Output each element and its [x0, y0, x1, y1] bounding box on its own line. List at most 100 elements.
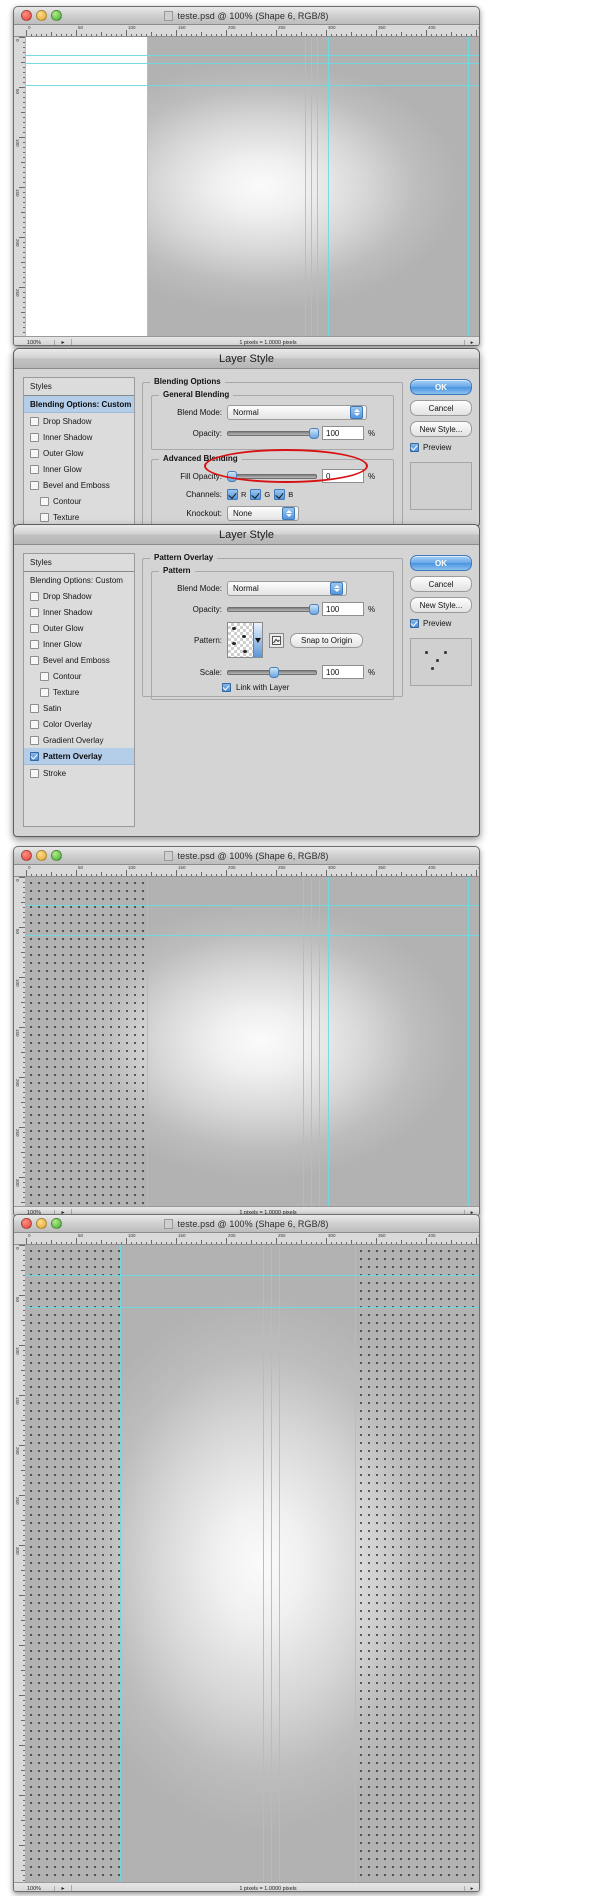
- dialog-titlebar[interactable]: Layer Style: [14, 349, 479, 369]
- canvas-area-3[interactable]: [25, 1245, 479, 1882]
- checkbox-icon[interactable]: [30, 735, 39, 745]
- opacity-slider[interactable]: [227, 427, 319, 439]
- styles-list-blending[interactable]: Styles Blending Options: Custom Drop Sha…: [23, 377, 135, 526]
- style-item-inner-shadow[interactable]: Inner Shadow: [24, 429, 134, 445]
- style-item-color-overlay[interactable]: Color Overlay: [24, 716, 134, 732]
- checkbox-icon[interactable]: [30, 448, 39, 458]
- style-item-inner-glow[interactable]: Inner Glow: [24, 636, 134, 652]
- checkbox-icon[interactable]: [30, 607, 39, 617]
- opacity-input[interactable]: 100: [322, 602, 364, 616]
- checkbox-icon[interactable]: [30, 655, 39, 665]
- dialog-titlebar[interactable]: Layer Style: [14, 525, 479, 545]
- photoshop-window-2[interactable]: teste.psd @ 100% (Shape 6, RGB/8) 0 50 100…: [13, 846, 480, 1216]
- style-item-inner-shadow[interactable]: Inner Shadow: [24, 604, 134, 620]
- blend-mode-select[interactable]: Normal: [227, 405, 367, 420]
- status-play-icon[interactable]: ▸: [465, 340, 479, 346]
- horizontal-ruler[interactable]: 0 50 100 150 200 250 300 350 400 450: [14, 1233, 479, 1245]
- new-preset-icon[interactable]: [269, 632, 284, 648]
- checkbox-icon[interactable]: [30, 703, 39, 713]
- style-item-pattern-overlay[interactable]: Pattern Overlay: [24, 748, 134, 765]
- checkbox-icon[interactable]: [30, 639, 39, 649]
- cancel-button[interactable]: Cancel: [410, 576, 472, 592]
- channel-g[interactable]: G: [250, 489, 270, 500]
- checkbox-checked-icon[interactable]: [410, 619, 419, 628]
- checkbox-checked-icon[interactable]: [410, 443, 419, 452]
- ok-button[interactable]: OK: [410, 379, 472, 395]
- layer-style-dialog-blending[interactable]: Layer Style Styles Blending Options: Cus…: [13, 348, 480, 527]
- opacity-slider[interactable]: [227, 603, 319, 615]
- status-arrow-icon[interactable]: ▸: [55, 339, 72, 345]
- link-with-layer-row[interactable]: Link with Layer: [222, 683, 385, 692]
- checkbox-checked-icon[interactable]: [250, 489, 262, 500]
- checkbox-icon[interactable]: [30, 719, 39, 729]
- window-titlebar[interactable]: teste.psd @ 100% (Shape 6, RGB/8): [14, 847, 479, 865]
- style-item-outer-glow[interactable]: Outer Glow: [24, 445, 134, 461]
- opacity-input[interactable]: 100: [322, 426, 364, 440]
- checkbox-icon[interactable]: [40, 496, 49, 506]
- status-play-icon[interactable]: ▸: [465, 1886, 479, 1892]
- blend-mode-select[interactable]: Normal: [227, 581, 347, 596]
- canvas-area-2[interactable]: [25, 877, 479, 1206]
- photoshop-window-1[interactable]: teste.psd @ 100% (Shape 6, RGB/8) 0 50 100…: [13, 6, 480, 346]
- style-item-contour[interactable]: Contour: [24, 493, 134, 509]
- style-item-outer-glow[interactable]: Outer Glow: [24, 620, 134, 636]
- checkbox-icon[interactable]: [30, 480, 39, 490]
- chevron-updown-icon[interactable]: [350, 406, 363, 419]
- checkbox-checked-icon[interactable]: [227, 489, 238, 500]
- style-item-inner-glow[interactable]: Inner Glow: [24, 461, 134, 477]
- preview-toggle[interactable]: Preview: [410, 443, 472, 452]
- style-item-drop-shadow[interactable]: Drop Shadow: [24, 413, 134, 429]
- scale-input[interactable]: 100: [322, 665, 364, 679]
- window-titlebar[interactable]: teste.psd @ 100% (Shape 6, RGB/8): [14, 7, 479, 25]
- checkbox-icon[interactable]: [40, 687, 49, 697]
- checkbox-icon[interactable]: [30, 464, 39, 474]
- zoom-level[interactable]: 100%: [14, 1885, 55, 1891]
- checkbox-checked-icon[interactable]: [222, 683, 231, 692]
- style-item-contour[interactable]: Contour: [24, 668, 134, 684]
- checkbox-icon[interactable]: [40, 671, 49, 681]
- chevron-updown-icon[interactable]: [282, 507, 295, 520]
- canvas-area-1[interactable]: [25, 37, 479, 336]
- checkbox-icon[interactable]: [30, 623, 39, 633]
- layer-style-dialog-pattern[interactable]: Layer Style Styles Blending Options: Cus…: [13, 524, 480, 837]
- checkbox-checked-icon[interactable]: [274, 489, 286, 500]
- cancel-button[interactable]: Cancel: [410, 400, 472, 416]
- horizontal-ruler[interactable]: 0 50 100 150 200 250 300 350 400 450: [14, 25, 479, 37]
- pattern-picker[interactable]: [227, 622, 263, 658]
- checkbox-icon[interactable]: [40, 512, 49, 522]
- style-item-stroke[interactable]: Stroke: [24, 765, 134, 781]
- checkbox-icon[interactable]: [30, 591, 39, 601]
- style-item-satin[interactable]: Satin: [24, 700, 134, 716]
- zoom-level[interactable]: 100%: [14, 339, 55, 345]
- fill-opacity-input[interactable]: 0: [322, 469, 364, 483]
- scale-slider[interactable]: [227, 666, 317, 678]
- style-item-bevel-and-emboss[interactable]: Bevel and Emboss: [24, 477, 134, 493]
- checkbox-checked-icon[interactable]: [30, 751, 39, 761]
- ok-button[interactable]: OK: [410, 555, 472, 571]
- style-item-bevel-and-emboss[interactable]: Bevel and Emboss: [24, 652, 134, 668]
- checkbox-icon[interactable]: [30, 432, 39, 442]
- new-style-button[interactable]: New Style...: [410, 421, 472, 437]
- preview-toggle[interactable]: Preview: [410, 619, 472, 628]
- window-titlebar[interactable]: teste.psd @ 100% (Shape 6, RGB/8): [14, 1215, 479, 1233]
- chevron-down-icon[interactable]: [253, 623, 262, 657]
- snap-to-origin-button[interactable]: Snap to Origin: [290, 632, 364, 648]
- style-item-blending-options[interactable]: Blending Options: Custom: [24, 572, 134, 588]
- channel-b[interactable]: B: [274, 489, 293, 500]
- styles-list-pattern[interactable]: Styles Blending Options: Custom Drop Sha…: [23, 553, 135, 827]
- channel-r[interactable]: R: [227, 489, 246, 500]
- style-item-texture[interactable]: Texture: [24, 509, 134, 525]
- style-item-gradient-overlay[interactable]: Gradient Overlay: [24, 732, 134, 748]
- horizontal-ruler[interactable]: 0 50 100 150 200 250 300 350 400 450: [14, 865, 479, 877]
- checkbox-icon[interactable]: [30, 416, 39, 426]
- style-item-drop-shadow[interactable]: Drop Shadow: [24, 588, 134, 604]
- new-style-button[interactable]: New Style...: [410, 597, 472, 613]
- knockout-select[interactable]: None: [227, 506, 299, 521]
- checkbox-icon[interactable]: [30, 768, 39, 778]
- style-item-blending-options[interactable]: Blending Options: Custom: [24, 396, 134, 413]
- fill-opacity-slider[interactable]: [227, 470, 317, 482]
- style-item-texture[interactable]: Texture: [24, 684, 134, 700]
- photoshop-window-3[interactable]: teste.psd @ 100% (Shape 6, RGB/8) 0 50 100…: [13, 1214, 480, 1892]
- chevron-updown-icon[interactable]: [330, 582, 343, 595]
- status-arrow-icon[interactable]: ▸: [55, 1885, 72, 1891]
